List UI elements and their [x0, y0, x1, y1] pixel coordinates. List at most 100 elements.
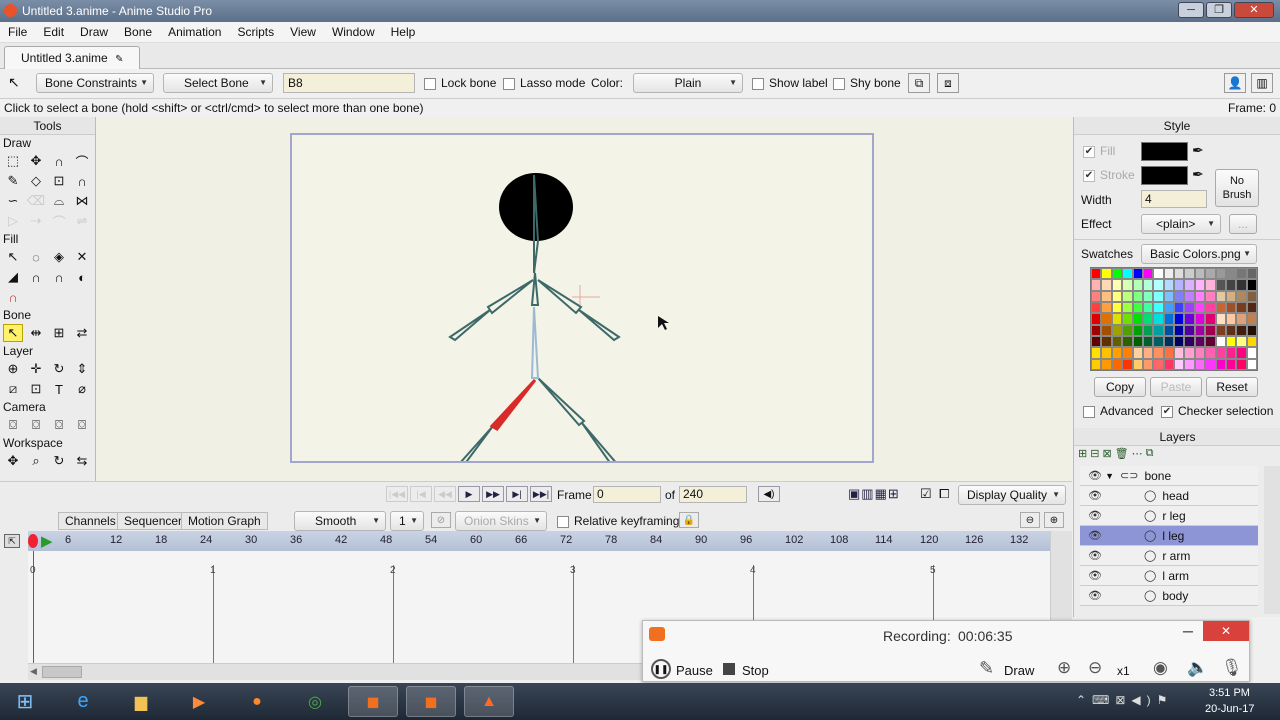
prev-key-icon[interactable]: ◀◀ — [434, 486, 456, 502]
palette-swatch[interactable] — [1101, 335, 1112, 348]
checker-selection-checkbox[interactable]: Checker selection — [1161, 404, 1273, 418]
palette-swatch[interactable] — [1122, 358, 1133, 370]
palette-swatch[interactable] — [1153, 290, 1164, 302]
step-back-icon[interactable]: |◀ — [410, 486, 432, 502]
recorder-close-icon[interactable]: ✕ — [1203, 621, 1249, 641]
palette-swatch[interactable] — [1101, 324, 1112, 336]
palette-swatch[interactable] — [1246, 279, 1257, 291]
add-bone-icon[interactable]: ⊞ — [49, 324, 69, 342]
palette-swatch[interactable] — [1132, 290, 1143, 302]
visibility-eye-icon[interactable]: 👁 — [1086, 529, 1104, 542]
effect-dropdown[interactable]: <plain> — [1141, 214, 1221, 234]
close-icon[interactable]: ✕ — [1234, 2, 1274, 18]
rotate-workspace-icon[interactable]: ↻ — [49, 452, 69, 470]
palette-swatch[interactable] — [1236, 268, 1247, 280]
palette-swatch[interactable] — [1091, 335, 1102, 348]
palette-swatch[interactable] — [1132, 358, 1143, 370]
palette-swatch[interactable] — [1205, 268, 1216, 280]
translate-layer-icon[interactable]: ✛ — [26, 360, 46, 378]
eraser-icon[interactable]: ⌫ — [26, 192, 46, 210]
palette-swatch[interactable] — [1101, 268, 1112, 280]
palette-swatch[interactable] — [1225, 290, 1237, 302]
palette-swatch[interactable] — [1236, 358, 1247, 370]
lock-icon[interactable]: 🔒 — [679, 512, 699, 528]
pause-icon[interactable]: ❚❚ — [651, 659, 671, 679]
clock-time[interactable]: 3:51 PM — [1209, 687, 1250, 699]
palette-swatch[interactable] — [1132, 268, 1143, 280]
speaker-icon[interactable]: 🔈 — [1187, 658, 1208, 678]
select-bone-dropdown[interactable]: Select Bone — [163, 73, 273, 93]
timeline-expand-icon[interactable]: ⇱ — [4, 534, 20, 548]
palette-swatch[interactable] — [1174, 268, 1185, 280]
duplicate-layer-icon[interactable]: ⧉ — [1146, 447, 1154, 460]
draw-button[interactable]: Draw — [1004, 663, 1034, 678]
onion-toggle-icon[interactable]: ⊘ — [431, 512, 451, 528]
palette-swatch[interactable] — [1163, 324, 1174, 336]
webcam-icon[interactable]: ◉ — [1153, 658, 1168, 678]
palette-swatch[interactable] — [1091, 301, 1102, 314]
noise-icon[interactable]: ⌒ — [49, 212, 69, 230]
palette-swatch[interactable] — [1205, 290, 1216, 302]
palette-swatch[interactable] — [1163, 335, 1174, 348]
palette-swatch[interactable] — [1174, 313, 1185, 325]
palette-swatch[interactable] — [1163, 313, 1174, 325]
palette-swatch[interactable] — [1194, 358, 1206, 370]
effect-more-button[interactable]: ... — [1229, 214, 1257, 234]
bone-name-input[interactable]: B8 — [283, 73, 415, 93]
palette-swatch[interactable] — [1194, 335, 1206, 348]
palette-swatch[interactable] — [1215, 301, 1226, 314]
bone-visibility-icon[interactable]: ⧉ — [908, 73, 930, 93]
chrome-icon[interactable]: ◎ — [290, 686, 340, 717]
total-frames-input[interactable]: 240 — [679, 486, 747, 503]
palette-swatch[interactable] — [1122, 268, 1133, 280]
point-reduction-icon[interactable]: ⇢ — [26, 212, 46, 230]
relative-keyframing-checkbox[interactable]: Relative keyframing — [557, 514, 679, 528]
palette-swatch[interactable] — [1205, 347, 1216, 359]
delete-layer-icon[interactable]: 🗑 — [1115, 447, 1129, 460]
rotate-layer-icon[interactable]: ↻ — [49, 360, 69, 378]
tab-sequencer[interactable]: Sequencer — [117, 512, 190, 530]
shy-bone-checkbox[interactable]: Shy bone — [833, 76, 901, 90]
hide-edge-icon[interactable]: ∩ — [26, 268, 46, 286]
select-bone-icon[interactable]: ↖ — [3, 324, 23, 342]
palette-swatch[interactable] — [1153, 324, 1164, 336]
palette-swatch[interactable] — [1174, 301, 1185, 314]
palette-swatch[interactable] — [1142, 279, 1154, 291]
palette-swatch[interactable] — [1194, 268, 1206, 280]
next-key-icon[interactable]: ▶▶ — [482, 486, 504, 502]
tab-motion-graph[interactable]: Motion Graph — [181, 512, 268, 530]
bone-strength-icon[interactable]: ⧈ — [937, 73, 959, 93]
palette-swatch[interactable] — [1132, 313, 1143, 325]
menu-draw[interactable]: Draw — [72, 25, 116, 39]
palette-swatch[interactable] — [1215, 347, 1226, 359]
palette-swatch[interactable] — [1205, 301, 1216, 314]
delete-edge-icon[interactable]: ✕ — [72, 248, 92, 266]
translate-bone-icon[interactable]: ⇹ — [26, 324, 46, 342]
palette-swatch[interactable] — [1205, 324, 1216, 336]
palette-swatch[interactable] — [1163, 268, 1174, 280]
visibility-eye-icon[interactable]: 👁 — [1086, 569, 1104, 582]
recorder-minimize-icon[interactable]: ─ — [1183, 623, 1193, 639]
palette-swatch[interactable] — [1142, 290, 1154, 302]
palette-swatch[interactable] — [1246, 301, 1257, 314]
stroke-eyedropper-icon[interactable]: ✒ — [1192, 166, 1204, 183]
select-points-icon[interactable]: ⬚ — [3, 152, 23, 170]
palette-swatch[interactable] — [1205, 358, 1216, 370]
new-layer-icon[interactable]: ⊞ — [1078, 447, 1087, 460]
palette-swatch[interactable] — [1246, 347, 1257, 359]
visibility-eye-icon[interactable]: 👁 — [1086, 469, 1104, 482]
palette-swatch[interactable] — [1184, 290, 1195, 302]
palette-swatch[interactable] — [1142, 313, 1154, 325]
palette-swatch[interactable] — [1236, 324, 1247, 336]
user-icon[interactable]: 👤 — [1224, 73, 1246, 93]
microphone-icon[interactable]: 🎙 — [1221, 658, 1243, 678]
visibility-eye-icon[interactable]: 👁 — [1086, 549, 1104, 562]
menu-scripts[interactable]: Scripts — [229, 25, 282, 39]
palette-swatch[interactable] — [1091, 324, 1102, 336]
palette-swatch[interactable] — [1215, 335, 1226, 348]
zoom-camera-icon[interactable]: ⌼ — [26, 416, 46, 434]
shear-icon[interactable]: ⋈ — [72, 192, 92, 210]
curve-icon[interactable]: ∽ — [3, 192, 23, 210]
palette-swatch[interactable] — [1246, 335, 1257, 348]
palette-swatch[interactable] — [1101, 279, 1112, 291]
